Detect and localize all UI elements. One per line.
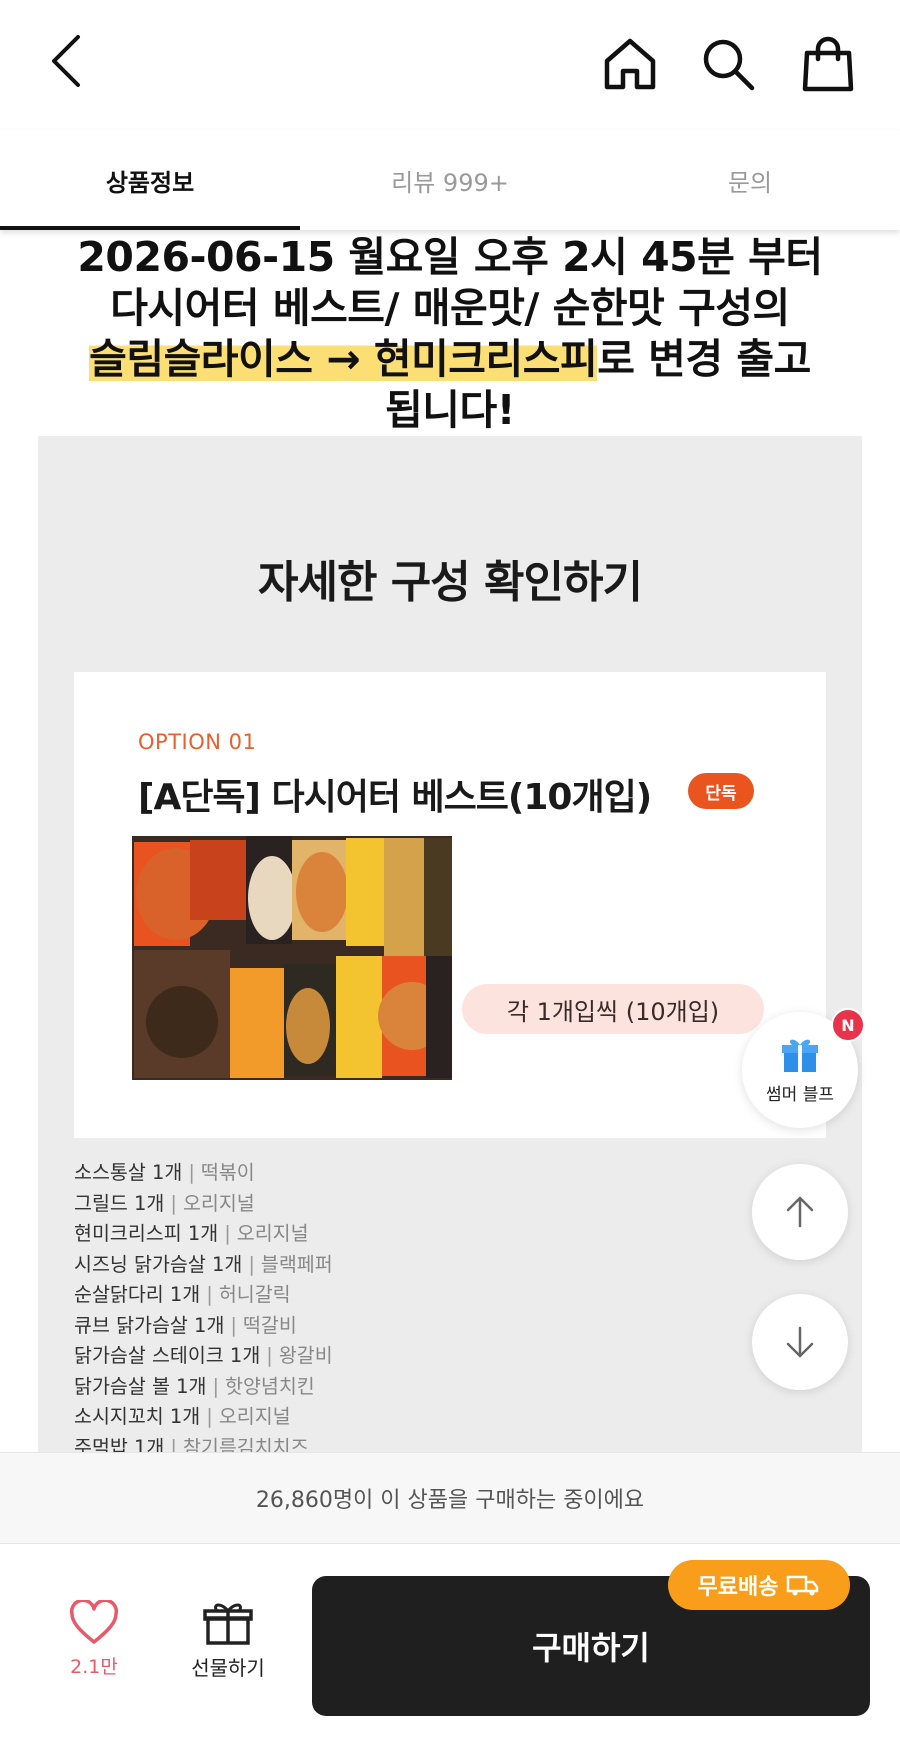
scroll-up-button[interactable] <box>752 1164 848 1260</box>
product-package-image <box>132 836 452 1080</box>
list-item: 그릴드 1개 | 오리지널 <box>74 1191 255 1215</box>
product-tabs: 상품정보 리뷰 999+ 문의 <box>0 130 900 230</box>
heart-icon <box>69 1600 119 1644</box>
component-list: 소스통살 1개 | 떡볶이 그릴드 1개 | 오리지널 현미크리스피 1개 | 오리지널 시… <box>74 1156 834 1456</box>
list-item: 소스통살 1개 | 떡볶이 <box>74 1161 255 1184</box>
shopping-bag-button[interactable] <box>790 26 866 102</box>
list-item: 닭가슴살 스테이크 1개 | 왕갈비 <box>74 1344 333 1367</box>
top-header <box>0 0 900 130</box>
list-item: 큐브 닭가슴살 1개 | 떡갈비 <box>74 1313 297 1337</box>
free-shipping-label: 무료배송 <box>697 1575 779 1600</box>
notice-line-4: 됩니다! <box>385 386 515 434</box>
home-icon <box>604 38 656 90</box>
option-card: OPTION 01 [A단독] 다시어터 베스트(10개입) 단독 각 1개입씩… <box>74 672 826 1138</box>
like-count: 2.1만 <box>70 1656 118 1678</box>
list-item: 시즈닝 닭가슴살 1개 | 블랙페퍼 <box>74 1252 333 1276</box>
back-button[interactable] <box>36 26 96 96</box>
search-button[interactable] <box>690 26 766 102</box>
tab-product-info[interactable]: 상품정보 <box>0 130 300 230</box>
gift-button[interactable]: 선물하기 <box>180 1600 276 1696</box>
gift-label: 선물하기 <box>191 1656 265 1680</box>
notice-line-1: 2026-06-15 월요일 오후 2시 45분 부터 <box>77 233 823 281</box>
delivery-truck-icon <box>787 1575 819 1596</box>
new-badge: N <box>831 1008 865 1042</box>
shopping-bag-icon <box>802 36 854 92</box>
gift-box-icon <box>782 1039 818 1072</box>
product-detail-image: 자세한 구성 확인하기 OPTION 01 [A단독] 다시어터 베스트(10개… <box>38 436 862 1456</box>
arrow-down-icon <box>786 1326 814 1358</box>
list-item: 소시지꼬치 1개 | 오리지널 <box>74 1405 291 1428</box>
gift-icon <box>203 1603 253 1645</box>
detail-title: 자세한 구성 확인하기 <box>258 557 643 608</box>
list-item: 순살닭다리 1개 | 허니갈릭 <box>74 1283 291 1306</box>
bottom-action-bar: 2.1만 선물하기 구매하기 무료배송 <box>0 1544 900 1745</box>
scroll-down-button[interactable] <box>752 1294 848 1390</box>
list-item: 현미크리스피 1개 | 오리지널 <box>74 1222 309 1245</box>
notice-line-3-rest: 로 변경 출고 <box>597 335 811 383</box>
buying-now-notice: 26,860명이 이 상품을 구매하는 중이에요 <box>0 1452 900 1544</box>
quantity-pill: 각 1개입씩 (10개입) <box>462 984 764 1034</box>
arrow-up-icon <box>786 1196 814 1228</box>
notice-line-2: 다시어터 베스트/ 매운맛/ 순한맛 구성의 <box>110 284 790 332</box>
shipping-change-notice: 2026-06-15 월요일 오후 2시 45분 부터 다시어터 베스트/ 매운… <box>30 232 870 436</box>
free-shipping-badge: 무료배송 <box>668 1560 850 1610</box>
like-button[interactable]: 2.1만 <box>52 1600 136 1696</box>
chevron-left-icon <box>52 35 80 87</box>
search-icon <box>703 39 755 91</box>
summer-black-friday-label: 썸머 블프 <box>766 1084 834 1105</box>
home-button[interactable] <box>592 26 668 102</box>
exclusive-badge: 단독 <box>688 773 754 809</box>
tab-reviews[interactable]: 리뷰 999+ <box>300 130 600 230</box>
option-title: [A단독] 다시어터 베스트(10개입) <box>138 777 652 818</box>
notice-line-3: 슬림슬라이스 → 현미크리스피로 변경 출고 <box>30 334 870 385</box>
tab-inquiry[interactable]: 문의 <box>600 130 900 230</box>
list-item: 닭가슴살 볼 1개 | 핫양념치킨 <box>74 1374 315 1398</box>
option-label: OPTION 01 <box>138 730 257 754</box>
notice-highlight: 슬림슬라이스 → 현미크리스피 <box>89 335 598 383</box>
